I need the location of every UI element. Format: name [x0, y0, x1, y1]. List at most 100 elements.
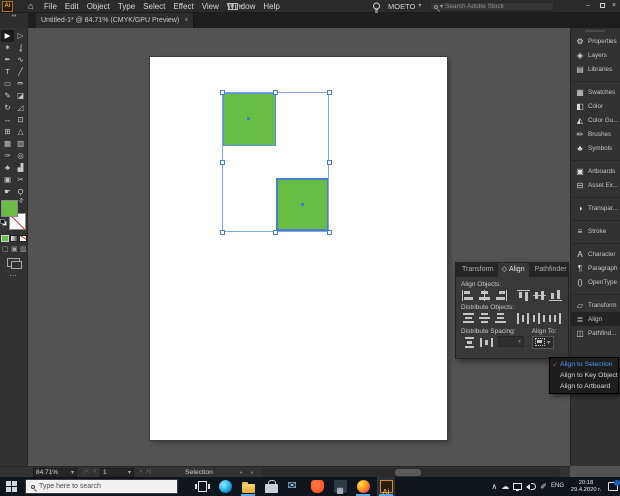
dock-item-color[interactable]: ◧ Color — [571, 99, 620, 113]
eyedropper-tool[interactable]: ✑ — [1, 150, 14, 162]
vertical-align-top-button[interactable] — [516, 289, 531, 302]
change-screen-mode-button[interactable] — [7, 258, 20, 267]
horizontal-scrollbar[interactable] — [262, 468, 560, 477]
dock-item-swatches[interactable]: ▦ Swatches — [571, 85, 620, 99]
onedrive-cloud-icon[interactable]: ☁ — [501, 477, 509, 496]
selection-handle[interactable] — [220, 160, 225, 165]
mesh-tool[interactable]: ▦ — [1, 138, 14, 150]
perspective-grid-tool[interactable]: △ — [14, 126, 27, 138]
default-fill-stroke-icon[interactable] — [0, 219, 7, 226]
language-indicator[interactable]: ENG — [551, 477, 564, 496]
selection-handle[interactable] — [327, 160, 332, 165]
dock-item-layers[interactable]: ◈ Layers — [571, 48, 620, 62]
draw-behind-button[interactable]: ▣ — [11, 246, 18, 254]
shape-builder-tool[interactable]: ⊞ — [1, 126, 14, 138]
tab-transform[interactable]: Transform — [456, 263, 498, 277]
free-transform-tool[interactable]: ⊡ — [14, 114, 27, 126]
taskbar-illustrator[interactable] — [377, 477, 395, 496]
direct-selection-tool[interactable]: ▷ — [14, 30, 27, 42]
adobe-stock-search-input[interactable]: ▾ Search Adobe Stock — [430, 2, 554, 11]
eraser-tool[interactable]: ◪ — [14, 90, 27, 102]
menu-file[interactable]: File — [40, 0, 61, 13]
dock-item-character[interactable]: A Character — [571, 247, 620, 261]
dock-item-asset-export[interactable]: ⊟ Asset Ex... — [571, 178, 620, 192]
horizontal-scrollbar-thumb[interactable] — [395, 469, 421, 476]
line-segment-tool[interactable]: ╱ — [14, 66, 27, 78]
taskbar-store[interactable] — [262, 477, 280, 496]
first-artboard-button[interactable]: |< — [84, 469, 89, 475]
dock-item-paragraph[interactable]: ¶ Paragraph — [571, 261, 620, 275]
dock-item-stroke[interactable]: ≡ Stroke — [571, 224, 620, 238]
dock-gripper[interactable] — [585, 30, 605, 32]
menu-effect[interactable]: Effect — [169, 0, 197, 13]
dock-item-brushes[interactable]: ✏ Brushes — [571, 127, 620, 141]
horizontal-align-right-button[interactable] — [493, 289, 508, 302]
canvas-area[interactable]: ▾ — [28, 28, 570, 466]
arrange-documents-button[interactable]: ▾ — [228, 3, 243, 10]
draw-normal-button[interactable]: ▢ — [2, 246, 9, 254]
rectangle-tool[interactable]: ▭ — [1, 78, 14, 90]
vertical-distribute-bottom-button[interactable] — [493, 312, 508, 325]
gradient-tool[interactable]: ▥ — [14, 138, 27, 150]
menu-object[interactable]: Object — [83, 0, 114, 13]
taskbar-firefox[interactable] — [354, 477, 372, 496]
taskbar-brave[interactable] — [308, 477, 326, 496]
dock-item-libraries[interactable]: ▤ Libraries — [571, 62, 620, 76]
menu-view[interactable]: View — [198, 0, 223, 13]
workspace-switcher[interactable]: MOETO ▾ — [388, 0, 421, 13]
scroll-left-icon[interactable]: ◂ — [250, 469, 253, 476]
pen-settings-icon[interactable]: ✐ — [540, 477, 547, 496]
horizontal-align-left-button[interactable] — [461, 289, 476, 302]
vertical-align-bottom-button[interactable] — [548, 289, 563, 302]
action-center-icon[interactable] — [608, 482, 618, 491]
volume-icon[interactable] — [526, 482, 536, 491]
document-tab[interactable]: Untitled-1* @ 84.71% (CMYK/GPU Preview) … — [36, 13, 194, 28]
curvature-tool[interactable]: ∿ — [14, 54, 27, 66]
vertical-align-center-button[interactable] — [532, 289, 547, 302]
start-button[interactable] — [6, 481, 18, 493]
menu-item-align-to-key-object[interactable]: Align to Key Object — [550, 370, 618, 381]
tab-close-icon[interactable]: × — [184, 17, 188, 24]
artboard-tool[interactable]: ▣ — [1, 174, 14, 186]
hand-tool[interactable]: ☛ — [1, 186, 14, 198]
rotate-tool[interactable]: ↻ — [1, 102, 14, 114]
menu-item-align-to-selection[interactable]: ✓ Align to Selection — [550, 359, 618, 370]
none-mode-button[interactable] — [19, 235, 27, 242]
selection-handle[interactable] — [220, 90, 225, 95]
artboard-navigation-select[interactable]: 1 ▾ — [100, 468, 134, 477]
selection-handle[interactable] — [220, 230, 225, 235]
taskbar-mail[interactable] — [285, 477, 303, 496]
taskbar-task-view[interactable] — [193, 477, 211, 496]
dock-item-color-guide[interactable]: ◭ Color Gu... — [571, 113, 620, 127]
menu-help[interactable]: Help — [259, 0, 283, 13]
scale-tool[interactable]: ◿ — [14, 102, 27, 114]
dock-item-pathfinder[interactable]: ◫ Pathfind... — [571, 326, 620, 340]
restore-button[interactable] — [596, 0, 608, 12]
horizontal-align-center-button[interactable] — [477, 289, 492, 302]
clock[interactable]: 20:18 29.4.2020 г. — [568, 480, 604, 493]
lasso-tool[interactable]: ʆ — [14, 42, 27, 54]
edit-toolbar-button[interactable]: … — [9, 269, 18, 278]
blend-tool[interactable]: ◎ — [14, 150, 27, 162]
menu-edit[interactable]: Edit — [61, 0, 83, 13]
slice-tool[interactable]: ✂ — [14, 174, 27, 186]
dock-item-align[interactable]: ≣ Align — [571, 312, 620, 326]
selection-handle[interactable] — [273, 90, 278, 95]
vertical-distribute-space-button[interactable] — [461, 336, 477, 349]
tab-align[interactable]: ◇Align — [498, 263, 529, 277]
symbol-sprayer-tool[interactable]: ♣ — [1, 162, 14, 174]
toolbar-gripper[interactable]: •• — [0, 13, 28, 28]
paintbrush-tool[interactable]: ✏ — [14, 78, 27, 90]
last-artboard-button[interactable]: >| — [146, 469, 151, 475]
width-tool[interactable]: ↔ — [1, 114, 14, 126]
align-to-dropdown-button[interactable]: ▾ — [532, 336, 554, 349]
horizontal-distribute-left-button[interactable] — [516, 312, 531, 325]
scroll-right-icon[interactable]: ▸ — [240, 469, 243, 476]
magic-wand-tool[interactable]: ✶ — [1, 42, 14, 54]
vertical-distribute-top-button[interactable] — [461, 312, 476, 325]
home-icon[interactable]: ⌂ — [28, 0, 33, 13]
dock-item-opentype[interactable]: () OpenType — [571, 275, 620, 289]
zoom-level-select[interactable]: 84.71% ▾ — [33, 468, 77, 477]
dock-item-artboards[interactable]: ▣ Artboards — [571, 164, 620, 178]
network-icon[interactable] — [513, 483, 522, 490]
